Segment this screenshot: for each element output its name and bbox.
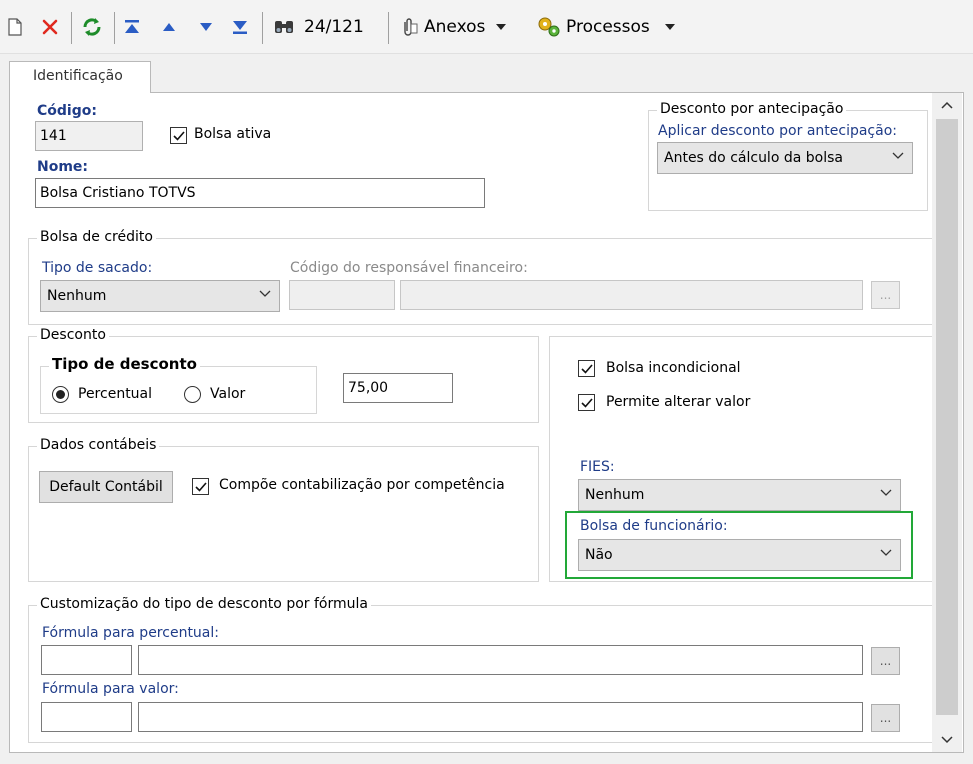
bolsa-incondicional-label: Bolsa incondicional [606, 360, 741, 376]
chevron-down-icon [880, 489, 892, 496]
competencia-label: Compõe contabilização por competência [219, 477, 505, 493]
valor-label: Valor [210, 386, 246, 402]
permite-alterar-label: Permite alterar valor [606, 394, 751, 410]
chevron-down-icon [880, 549, 892, 556]
browse-formula-valor-button[interactable]: ... [871, 704, 900, 732]
desconto-antecipacao-title: Desconto por antecipação [657, 101, 847, 117]
dropdown-arrow-icon [664, 24, 675, 30]
default-contabil-button[interactable]: Default Contábil [39, 471, 173, 503]
new-record-icon[interactable] [2, 10, 28, 44]
desconto-title: Desconto [37, 327, 109, 343]
competencia-checkbox[interactable] [192, 478, 209, 495]
chevron-down-icon [259, 290, 271, 297]
tab-identificacao[interactable]: Identificação [9, 61, 151, 93]
formula-valor-field[interactable] [138, 702, 863, 732]
bolsa-funcionario-label: Bolsa de funcionário: [580, 518, 728, 534]
binoculars-icon[interactable] [270, 10, 298, 44]
dropdown-arrow-icon [496, 24, 507, 30]
bolsa-funcionario-value: Não [585, 547, 613, 563]
radio-selected-dot [56, 390, 65, 399]
bolsa-funcionario-select[interactable]: Não [578, 539, 901, 571]
percentual-radio[interactable] [52, 386, 69, 403]
fies-select[interactable]: Nenhum [578, 479, 901, 511]
browse-formula-percentual-button[interactable]: ... [871, 647, 900, 675]
formula-percentual-label: Fórmula para percentual: [42, 625, 219, 641]
valor-radio[interactable] [184, 386, 201, 403]
previous-record-icon[interactable] [157, 10, 181, 44]
nome-responsavel-field[interactable] [400, 280, 863, 310]
percentual-label: Percentual [78, 386, 153, 402]
aplicar-desconto-select[interactable]: Antes do cálculo da bolsa [657, 142, 913, 174]
checkmark-icon [581, 364, 593, 374]
record-counter: 24/121 [304, 17, 364, 37]
checkmark-icon [195, 482, 207, 492]
last-record-icon[interactable] [228, 10, 252, 44]
first-record-icon[interactable] [120, 10, 144, 44]
toolbar-separator [262, 12, 263, 44]
aplicar-desconto-value: Antes do cálculo da bolsa [664, 150, 843, 166]
chevron-up-icon [941, 101, 953, 109]
next-record-icon[interactable] [194, 10, 218, 44]
aplicar-desconto-label: Aplicar desconto por antecipação: [658, 123, 897, 139]
fies-value: Nenhum [585, 487, 645, 503]
permite-alterar-checkbox[interactable] [578, 394, 595, 411]
bolsa-incondicional-checkbox[interactable] [578, 360, 595, 377]
checkmark-icon [173, 131, 185, 141]
scroll-up-button[interactable] [932, 93, 962, 117]
attachments-label: Anexos [424, 17, 486, 37]
tipo-sacado-value: Nenhum [47, 288, 107, 304]
delete-icon[interactable] [37, 10, 63, 44]
toolbar-separator [114, 12, 115, 44]
attachments-button[interactable]: Anexos [398, 10, 522, 44]
refresh-icon[interactable] [78, 10, 106, 44]
vertical-scrollbar[interactable] [932, 93, 962, 752]
toolbar-separator [388, 12, 389, 44]
toolbar-separator [71, 12, 72, 44]
formula-valor-code-field[interactable] [41, 702, 132, 732]
processes-label: Processos [566, 17, 650, 37]
paperclip-icon [404, 18, 418, 36]
bolsa-ativa-label: Bolsa ativa [194, 126, 272, 142]
tab-label: Identificação [33, 68, 123, 84]
toolbar: 24/121 Anexos Processos [0, 0, 973, 54]
checkmark-icon [581, 398, 593, 408]
formula-percentual-code-field[interactable] [41, 645, 132, 675]
tipo-desconto-title: Tipo de desconto [49, 355, 200, 373]
codigo-responsavel-label: Código do responsável financeiro: [290, 260, 528, 276]
chevron-down-icon [892, 152, 904, 159]
scrollbar-thumb[interactable] [936, 119, 958, 715]
codigo-responsavel-field[interactable] [289, 280, 395, 310]
scroll-down-button[interactable] [932, 728, 962, 752]
codigo-field[interactable]: 141 [35, 121, 143, 151]
bolsa-ativa-checkbox[interactable] [170, 127, 187, 144]
browse-responsavel-button[interactable]: ... [871, 281, 900, 309]
dados-contabeis-title: Dados contábeis [37, 437, 160, 453]
fies-label: FIES: [580, 459, 615, 475]
customizacao-title: Customização do tipo de desconto por fór… [37, 596, 371, 612]
dados-contabeis-group: Dados contábeis [28, 437, 539, 582]
gears-icon [538, 17, 560, 37]
codigo-label: Código: [37, 103, 97, 119]
formula-valor-label: Fórmula para valor: [42, 681, 179, 697]
processes-button[interactable]: Processos [536, 10, 686, 44]
tipo-sacado-label: Tipo de sacado: [42, 260, 153, 276]
nome-field[interactable]: Bolsa Cristiano TOTVS [35, 178, 485, 208]
bolsa-credito-title: Bolsa de crédito [37, 229, 156, 245]
desconto-value-field[interactable]: 75,00 [343, 373, 453, 403]
formula-percentual-field[interactable] [138, 645, 863, 675]
chevron-down-icon [941, 736, 953, 744]
nome-label: Nome: [37, 159, 89, 175]
tipo-sacado-select[interactable]: Nenhum [40, 280, 280, 312]
